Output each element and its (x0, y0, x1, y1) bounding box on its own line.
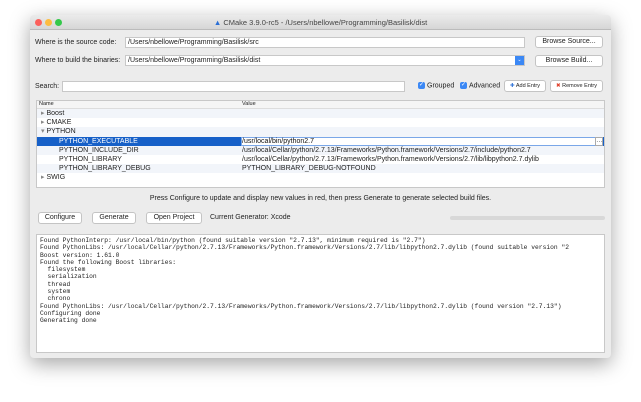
row-name-text: PYTHON_EXECUTABLE (59, 137, 138, 145)
check-icon: ✓ (460, 82, 467, 89)
current-generator: Current Generator: Xcode (210, 214, 291, 221)
browse-source-button[interactable]: Browse Source... (535, 36, 603, 48)
remove-entry-label: Remove Entry (562, 83, 597, 89)
row-name: PYTHON_EXECUTABLE (59, 137, 138, 146)
open-project-button[interactable]: Open Project (146, 212, 202, 224)
add-entry-label: Add Entry (515, 83, 540, 89)
log-line: Found PythonInterp: /usr/local/bin/pytho… (40, 237, 426, 244)
browse-file-button[interactable]: … (595, 136, 603, 146)
advanced-label: Advanced (469, 82, 501, 90)
cmake-logo-icon: ▲ (213, 18, 222, 27)
table-row[interactable]: PYTHON_EXECUTABLE/usr/local/bin/python2.… (37, 136, 604, 146)
table-header: Name Value (37, 101, 604, 109)
cmake-window: ▲ CMake 3.9.0-rc5 - /Users/nbellowe/Prog… (30, 15, 611, 358)
row-name: PYTHON_INCLUDE_DIR (59, 146, 139, 155)
log-line: Found PythonLibs: /usr/local/Cellar/pyth… (40, 302, 562, 310)
table-row[interactable]: PYTHON_LIBRARY_DEBUG PYTHON_LIBRARY_DEBUG… (37, 164, 604, 174)
row-value[interactable]: /usr/local/bin/python2.7 (241, 136, 603, 146)
row-name-text: PYTHON (46, 128, 76, 136)
row-name-text: CMAKE (46, 119, 72, 127)
output-log[interactable]: Found PythonInterp: /usr/local/bin/pytho… (36, 234, 605, 353)
log-line: Found the following Boost libraries: (40, 258, 177, 266)
log-line: Configuring done (40, 309, 101, 317)
check-icon: ✓ (418, 82, 425, 89)
close-button[interactable] (35, 19, 42, 26)
source-input[interactable]: /Users/nbellowe/Programming/Basilisk/src (125, 37, 525, 48)
row-name: ▸ Boost (41, 109, 64, 118)
source-label: Where is the source code: (35, 39, 117, 46)
table-row[interactable]: PYTHON_LIBRARY/usr/local/Cellar/python/2… (37, 155, 604, 164)
cache-table: Name Value ▸ Boost ▸ CMAKE ▾ PYTHON PYTHON_… (36, 100, 605, 188)
log-line: Generating done (40, 317, 97, 325)
title-bar: ▲ CMake 3.9.0-rc5 - /Users/nbellowe/Prog… (30, 15, 611, 30)
table-row[interactable]: ▾ PYTHON (37, 127, 604, 137)
row-name-text: Boost (46, 110, 65, 117)
row-name-text: PYTHON_LIBRARY (59, 155, 122, 163)
row-value: /usr/local/Cellar/python/2.7.13/Framewor… (242, 155, 539, 163)
browse-build-button[interactable]: Browse Build... (535, 55, 603, 67)
add-entry-button[interactable]: ✚ Add Entry (504, 80, 546, 92)
advanced-checkbox[interactable]: ✓ Advanced (460, 82, 500, 89)
zoom-button[interactable] (55, 19, 62, 26)
row-name-text: PYTHON_INCLUDE_DIR (59, 146, 139, 154)
row-name: ▸ SWIG (41, 173, 65, 182)
build-value: /Users/nbellowe/Programming/Basilisk/dis… (128, 57, 261, 64)
log-line: thread (40, 280, 71, 288)
column-value[interactable]: Value (242, 101, 256, 107)
log-line: Boost version: 1.61.0 (40, 251, 120, 259)
row-name: ▸ CMAKE (41, 118, 71, 127)
log-line: system (40, 288, 71, 296)
log-line: Found PythonLibs: /usr/local/Cellar/pyth… (40, 244, 570, 252)
row-value: PYTHON_LIBRARY_DEBUG-NOTFOUND (242, 165, 376, 173)
row-name-text: PYTHON_LIBRARY_DEBUG (59, 165, 151, 173)
table-row[interactable]: PYTHON_INCLUDE_DIR/usr/local/Cellar/pyth… (37, 145, 604, 155)
search-label: Search: (35, 83, 60, 90)
table-row[interactable]: ▸ CMAKE (37, 118, 604, 127)
plus-icon: ✚ (510, 83, 515, 89)
row-name: PYTHON_LIBRARY_DEBUG (59, 164, 151, 173)
status-message: Press Configure to update and display ne… (149, 195, 492, 202)
log-line: filesystem (40, 266, 86, 274)
row-name: PYTHON_LIBRARY (59, 155, 122, 164)
grouped-label: Grouped (427, 82, 455, 90)
build-label: Where to build the binaries: (35, 57, 121, 64)
row-value: /usr/local/Cellar/python/2.7.13/Framewor… (242, 146, 531, 154)
chevron-down-icon[interactable]: ⌄ (515, 56, 524, 65)
row-name: ▾ PYTHON (41, 127, 76, 136)
build-combobox[interactable]: /Users/nbellowe/Programming/Basilisk/dis… (125, 55, 525, 66)
configure-button[interactable]: Configure (38, 212, 82, 224)
window-title: CMake 3.9.0-rc5 - /Users/nbellowe/Progra… (223, 18, 428, 27)
log-line: serialization (40, 273, 97, 281)
search-input[interactable] (62, 81, 405, 92)
remove-icon: ✖ (556, 83, 561, 89)
progress-bar (450, 216, 605, 220)
grouped-checkbox[interactable]: ✓ Grouped (418, 82, 454, 89)
minimize-button[interactable] (45, 19, 52, 26)
table-row[interactable]: ▸ Boost (37, 109, 604, 119)
column-name[interactable]: Name (39, 101, 54, 107)
log-line: chrono (40, 295, 71, 303)
remove-entry-button[interactable]: ✖ Remove Entry (550, 80, 603, 92)
row-name-text: SWIG (46, 174, 66, 182)
table-row[interactable]: ▸ SWIG (37, 173, 604, 182)
generate-button[interactable]: Generate (92, 212, 136, 224)
